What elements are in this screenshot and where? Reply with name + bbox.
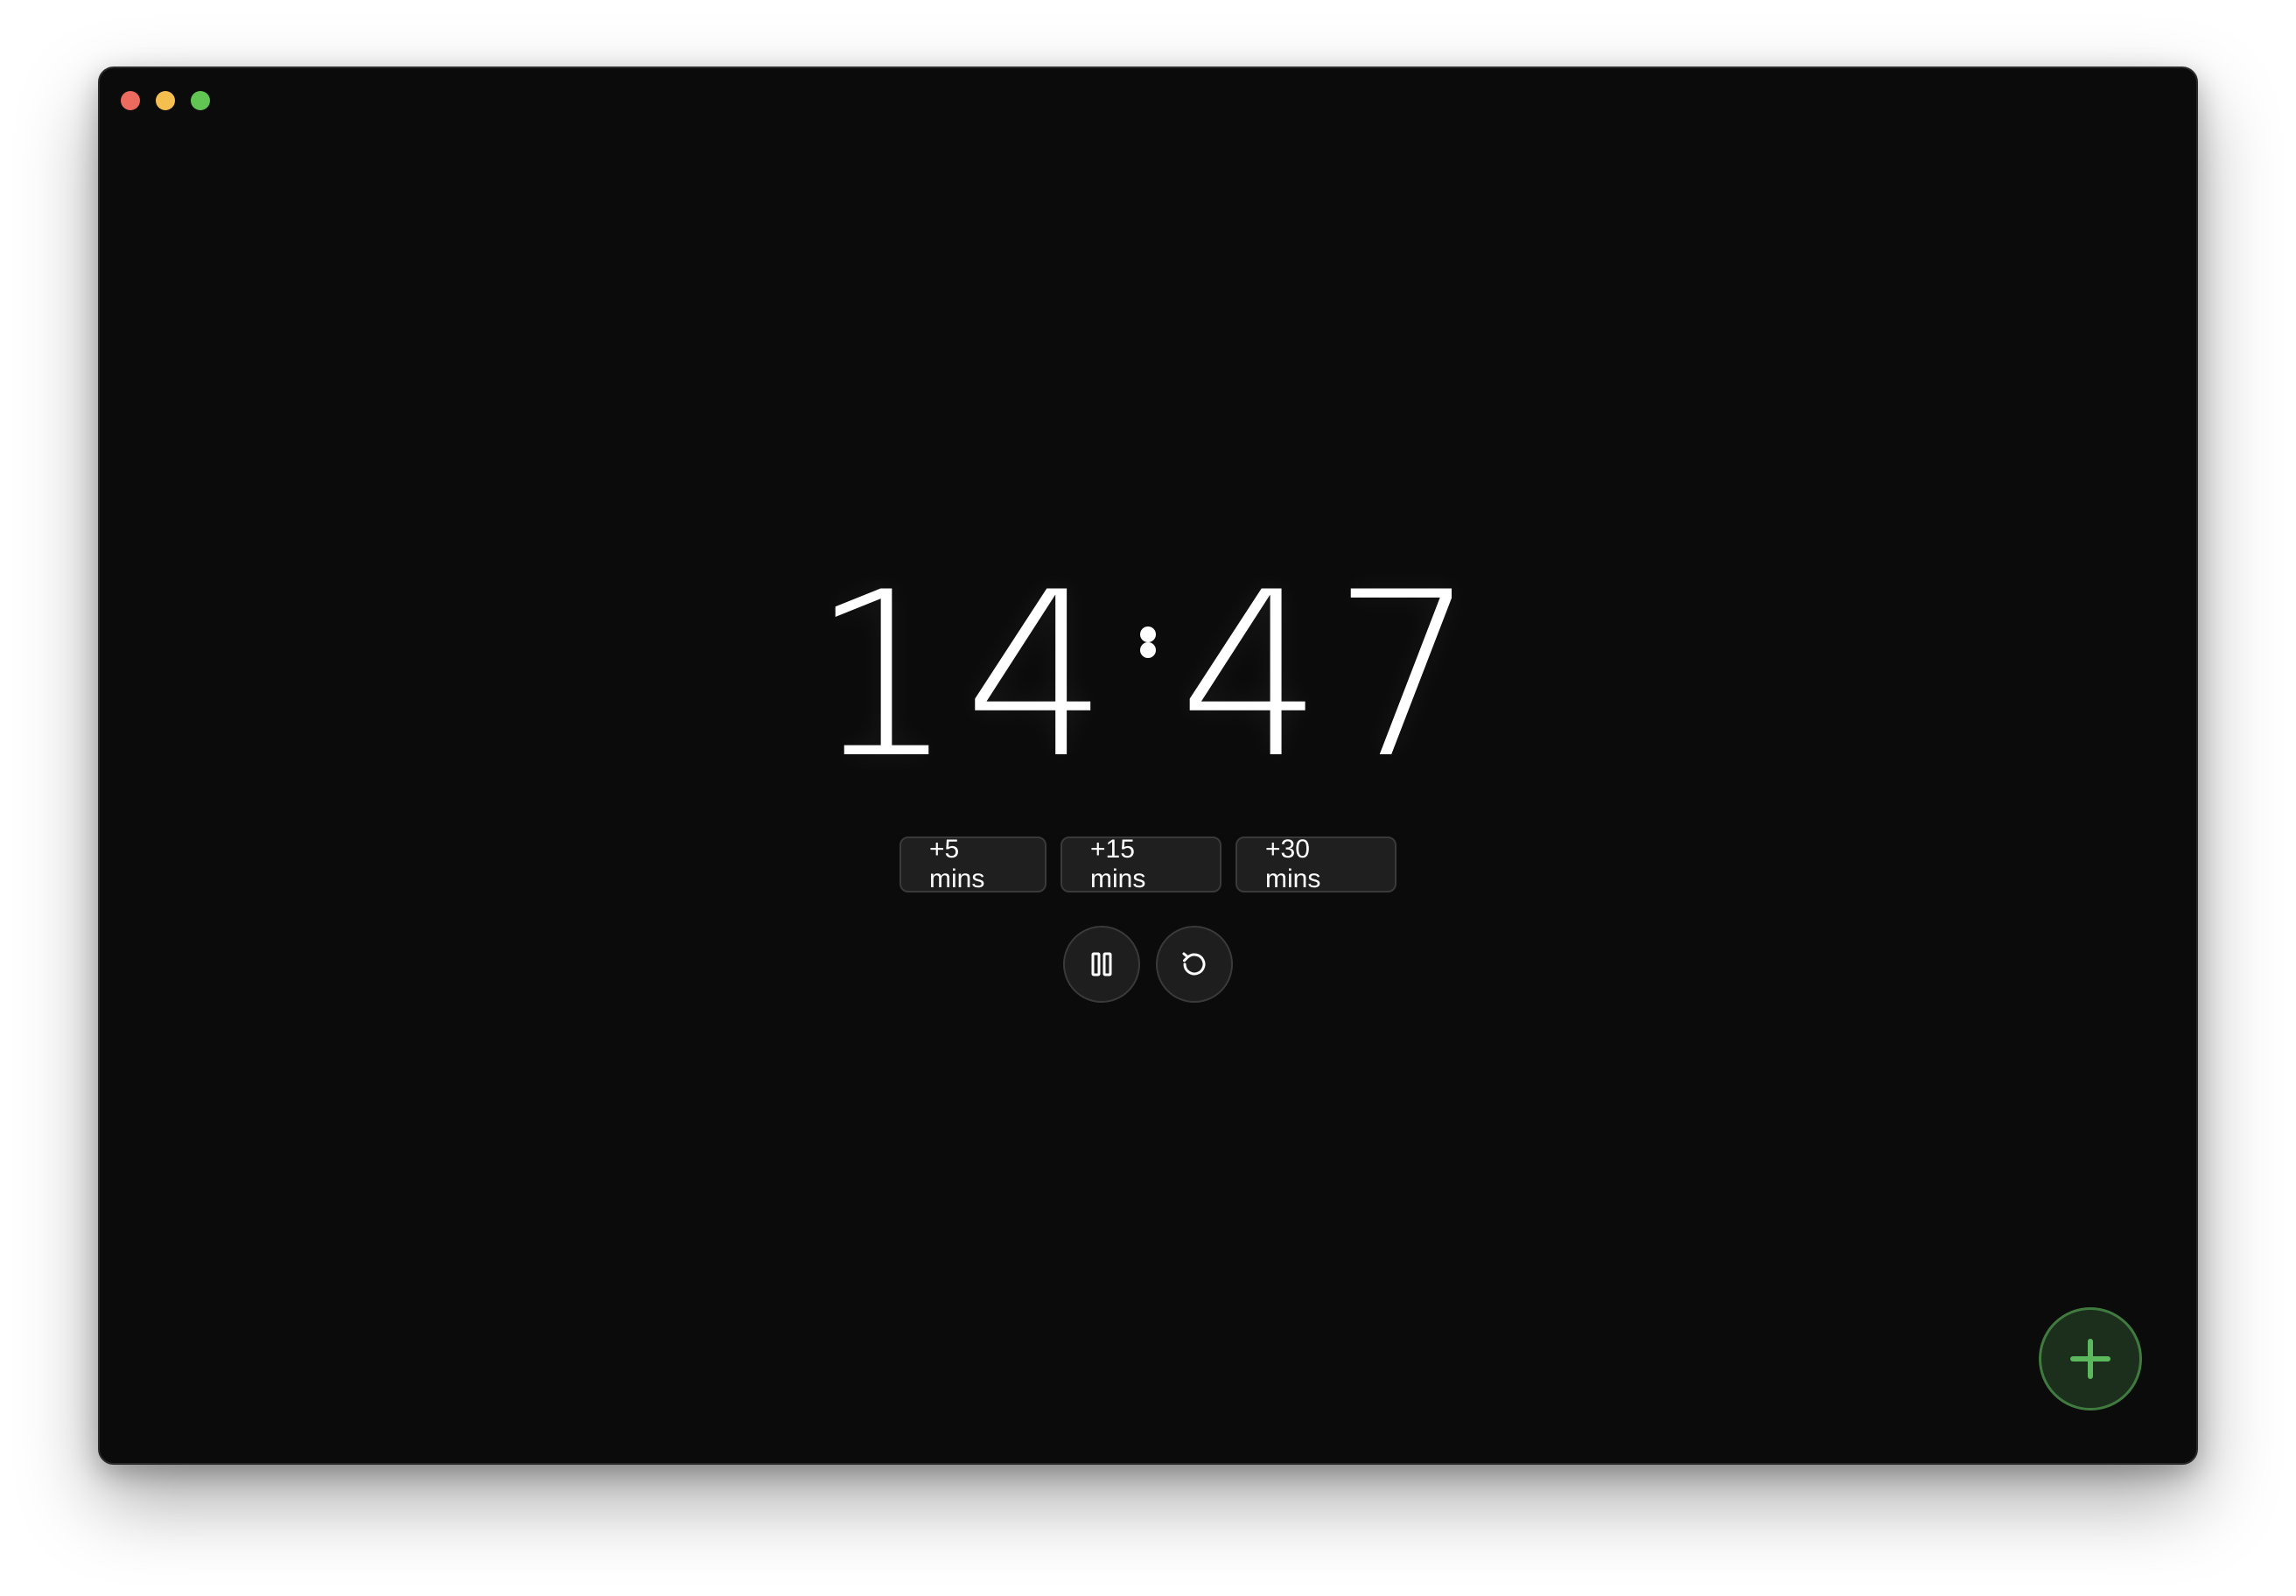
plus-icon bbox=[2070, 1339, 2110, 1379]
pause-icon bbox=[1091, 952, 1112, 976]
add-30-mins-button[interactable]: +30 mins bbox=[1236, 835, 1396, 893]
timer-hours: 14 bbox=[810, 544, 1117, 808]
timer-colon bbox=[1140, 626, 1156, 733]
reset-button[interactable] bbox=[1156, 926, 1233, 1003]
app-window: 14 47 +5 mins +15 mins +30 mins bbox=[98, 66, 2198, 1465]
add-15-mins-button[interactable]: +15 mins bbox=[1060, 835, 1222, 893]
zoom-window-button[interactable] bbox=[191, 91, 210, 110]
reset-icon bbox=[1182, 952, 1206, 976]
minimize-window-button[interactable] bbox=[156, 91, 175, 110]
window-controls bbox=[121, 91, 210, 110]
add-timer-button[interactable] bbox=[2039, 1307, 2142, 1410]
timer-minutes: 47 bbox=[1179, 544, 1486, 808]
close-window-button[interactable] bbox=[121, 91, 140, 110]
preset-buttons: +5 mins +15 mins +30 mins bbox=[100, 835, 2196, 893]
add-5-mins-button[interactable]: +5 mins bbox=[900, 835, 1046, 893]
pause-button[interactable] bbox=[1063, 926, 1140, 1003]
timer-controls bbox=[100, 926, 2196, 1003]
timer-display: 14 47 bbox=[100, 544, 2196, 808]
